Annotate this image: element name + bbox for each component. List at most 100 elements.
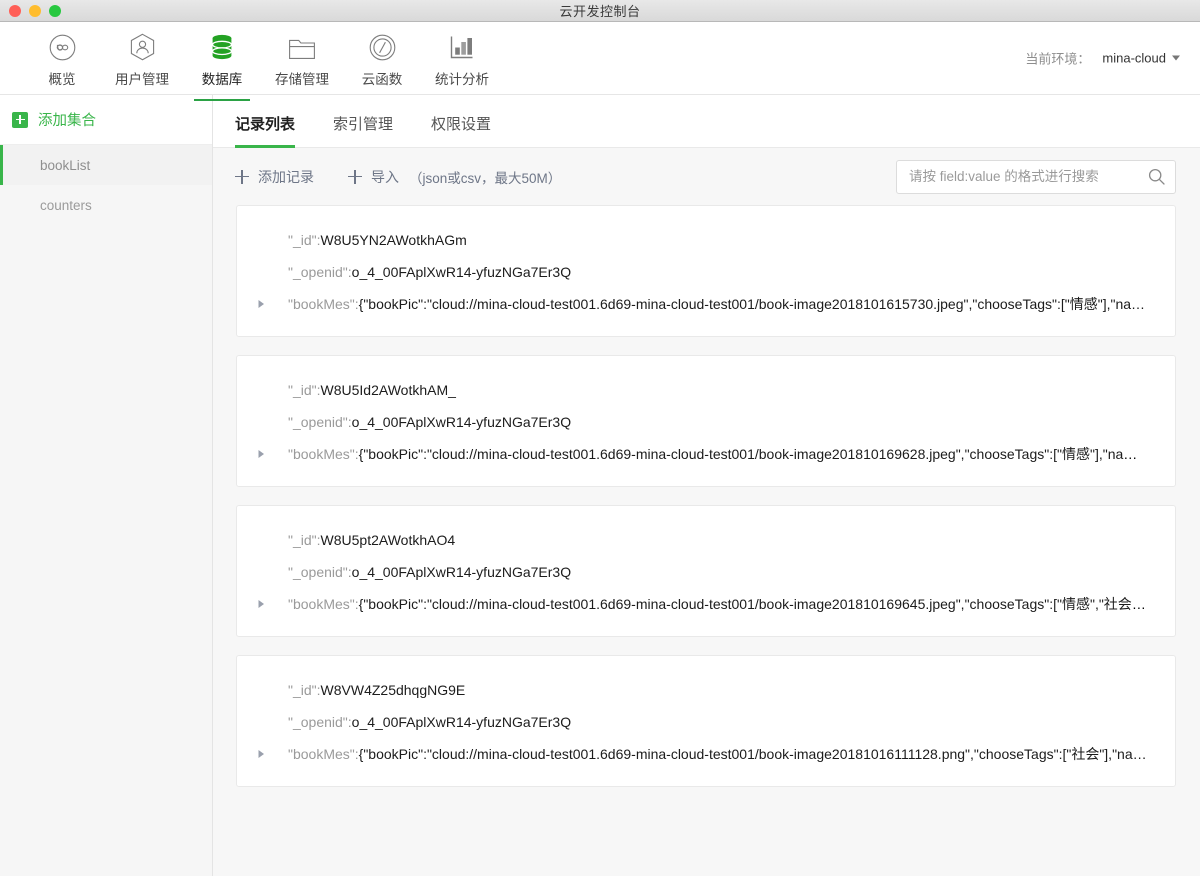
nav-label-database: 数据库: [201, 72, 243, 87]
nav-label-storage-management: 存储管理: [275, 72, 329, 87]
add-collection-label: 添加集合: [38, 113, 96, 129]
record-field-id: "_id": W8U5pt2AWotkhAO4: [257, 524, 1155, 556]
field-value: o_4_00FAplXwR14-yfuzNGa7Er3Q: [351, 714, 572, 730]
folder-icon: [288, 32, 316, 62]
nav-active-indicator: [194, 99, 250, 101]
nav-item-analytics[interactable]: 统计分析: [422, 28, 502, 88]
record-field-bookmes: "bookMes":{"bookPic":"cloud://mina-cloud…: [257, 438, 1155, 470]
field-value: {"bookPic":"cloud://mina-cloud-test001.6…: [358, 596, 1148, 612]
chevron-down-icon: [1172, 55, 1180, 61]
nav-label-cloud-functions: 云函数: [361, 72, 403, 87]
tab-label: 索引管理: [333, 116, 394, 133]
environment-value[interactable]: mina-cloud: [1102, 51, 1180, 66]
nav-item-user-management[interactable]: 用户管理: [102, 28, 182, 88]
import-hint: （json或csv，最大50M）: [409, 170, 562, 186]
record-list: "_id": W8U5YN2AWotkhAGm "_openid": o_4_0…: [213, 205, 1200, 876]
triangle-right-icon[interactable]: [257, 599, 288, 609]
record-field-bookmes: "bookMes":{"bookPic":"cloud://mina-cloud…: [257, 288, 1155, 320]
triangle-right-icon[interactable]: [257, 299, 288, 309]
record-field-openid: "_openid": o_4_00FAplXwR14-yfuzNGa7Er3Q: [257, 556, 1155, 588]
field-value: {"bookPic":"cloud://mina-cloud-test001.6…: [358, 746, 1147, 762]
field-key: "bookMes":: [288, 446, 359, 462]
database-icon: [211, 32, 233, 62]
nav-label-user-management: 用户管理: [115, 72, 169, 87]
body-wrapper: 添加集合 bookList counters 记录列表 索引管理 权限设置 添加…: [0, 95, 1200, 876]
json-line: "bookMes":{"bookPic":"cloud://mina-cloud…: [288, 288, 1145, 320]
user-hexagon-icon: [129, 32, 156, 62]
field-key: "_openid":: [288, 414, 352, 430]
tab-bar: 记录列表 索引管理 权限设置: [213, 95, 1200, 148]
import-button[interactable]: 导入: [348, 167, 399, 187]
collection-name: counters: [40, 197, 92, 213]
field-key: "_id":: [288, 682, 321, 698]
sidebar: 添加集合 bookList counters: [0, 95, 213, 876]
nav-item-cloud-functions[interactable]: 云函数: [342, 28, 422, 88]
field-key: "_id":: [288, 532, 321, 548]
json-line: "bookMes":{"bookPic":"cloud://mina-cloud…: [288, 588, 1148, 620]
bar-chart-icon: [449, 32, 475, 62]
nav-item-overview[interactable]: 概览: [22, 28, 102, 88]
plus-icon: [235, 169, 249, 184]
plus-icon: [348, 169, 362, 184]
record-field-id: "_id": W8U5Id2AWotkhAM_: [257, 374, 1155, 406]
triangle-right-icon[interactable]: [257, 449, 288, 459]
tab-label: 记录列表: [235, 116, 296, 133]
record-field-bookmes: "bookMes":{"bookPic":"cloud://mina-cloud…: [257, 588, 1155, 620]
record-card[interactable]: "_id": W8U5YN2AWotkhAGm "_openid": o_4_0…: [236, 205, 1176, 337]
field-value: W8U5pt2AWotkhAO4: [320, 532, 456, 548]
record-field-openid: "_openid": o_4_00FAplXwR14-yfuzNGa7Er3Q: [257, 406, 1155, 438]
field-key: "_openid":: [288, 264, 352, 280]
search-box[interactable]: [896, 159, 1176, 194]
field-value: W8U5Id2AWotkhAM_: [320, 382, 456, 398]
add-record-label: 添加记录: [258, 168, 314, 185]
record-card[interactable]: "_id": W8U5pt2AWotkhAO4 "_openid": o_4_0…: [236, 505, 1176, 637]
field-key: "_id":: [288, 382, 321, 398]
record-field-openid: "_openid": o_4_00FAplXwR14-yfuzNGa7Er3Q: [257, 256, 1155, 288]
field-key: "bookMes":: [288, 296, 359, 312]
field-key: "bookMes":: [288, 596, 359, 612]
import-label: 导入: [371, 168, 399, 185]
nav-item-storage-management[interactable]: 存储管理: [262, 28, 342, 88]
json-line: "bookMes":{"bookPic":"cloud://mina-cloud…: [288, 738, 1147, 770]
main-content: 记录列表 索引管理 权限设置 添加记录 导入 （json或csv，最大50M）: [213, 95, 1200, 876]
window-titlebar: 云开发控制台: [0, 0, 1200, 22]
add-record-button[interactable]: 添加记录: [235, 167, 314, 187]
sidebar-item-booklist[interactable]: bookList: [0, 145, 212, 185]
field-value: W8U5YN2AWotkhAGm: [320, 232, 467, 248]
tab-index-management[interactable]: 索引管理: [333, 113, 393, 147]
tab-permission-settings[interactable]: 权限设置: [431, 113, 491, 147]
environment-label: 当前环境：: [1025, 51, 1091, 67]
record-field-id: "_id": W8U5YN2AWotkhAGm: [257, 224, 1155, 256]
search-icon[interactable]: [1148, 168, 1165, 185]
record-field-bookmes: "bookMes":{"bookPic":"cloud://mina-cloud…: [257, 738, 1155, 770]
tab-record-list[interactable]: 记录列表: [235, 113, 296, 148]
field-value: o_4_00FAplXwR14-yfuzNGa7Er3Q: [351, 564, 572, 580]
search-input[interactable]: [909, 169, 1148, 184]
top-navigation: 概览 用户管理 数据库 存储管理 云函数 统计分析 当前环境： mina-clo…: [0, 22, 1200, 101]
tab-label: 权限设置: [431, 116, 492, 133]
nav-label-overview: 概览: [48, 72, 76, 87]
field-value: o_4_00FAplXwR14-yfuzNGa7Er3Q: [351, 414, 572, 430]
sidebar-item-counters[interactable]: counters: [0, 185, 212, 225]
collection-name: bookList: [40, 157, 91, 173]
field-value: {"bookPic":"cloud://mina-cloud-test001.6…: [358, 296, 1146, 312]
triangle-right-icon[interactable]: [257, 749, 288, 759]
field-key: "bookMes":: [288, 746, 359, 762]
field-value: o_4_00FAplXwR14-yfuzNGa7Er3Q: [351, 264, 572, 280]
json-line: "bookMes":{"bookPic":"cloud://mina-cloud…: [288, 438, 1148, 470]
field-key: "_openid":: [288, 714, 352, 730]
record-field-id: "_id": W8VW4Z25dhqgNG9E: [257, 674, 1155, 706]
slash-circle-icon: [369, 32, 396, 62]
add-collection-button[interactable]: 添加集合: [0, 95, 212, 145]
record-card[interactable]: "_id": W8U5Id2AWotkhAM_ "_openid": o_4_0…: [236, 355, 1176, 487]
field-value: {"bookPic":"cloud://mina-cloud-test001.6…: [358, 446, 1148, 462]
record-card[interactable]: "_id": W8VW4Z25dhqgNG9E "_openid": o_4_0…: [236, 655, 1176, 787]
environment-selector[interactable]: 当前环境： mina-cloud: [1025, 49, 1180, 68]
field-value: W8VW4Z25dhqgNG9E: [320, 682, 466, 698]
nav-items: 概览 用户管理 数据库 存储管理 云函数 统计分析: [0, 28, 502, 101]
nav-item-database[interactable]: 数据库: [182, 28, 262, 101]
environment-name: mina-cloud: [1102, 50, 1166, 66]
plus-square-icon: [12, 111, 28, 128]
toolbar: 添加记录 导入 （json或csv，最大50M）: [213, 148, 1200, 205]
window-title: 云开发控制台: [559, 4, 641, 19]
